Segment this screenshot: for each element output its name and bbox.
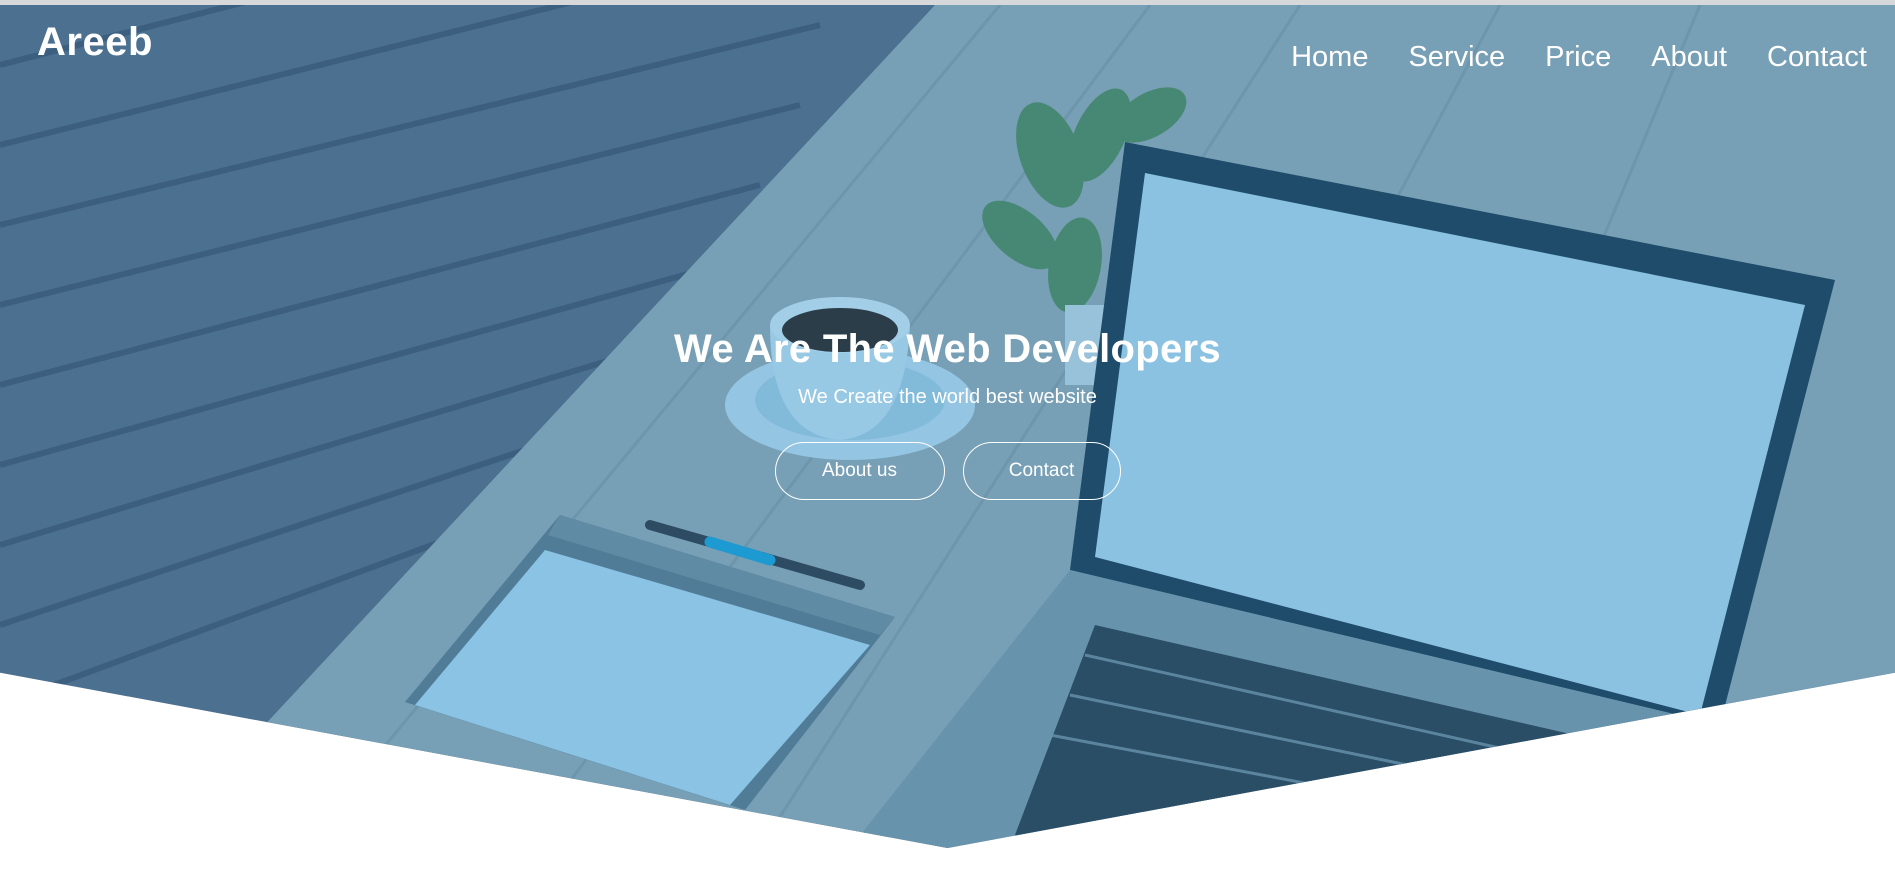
nav-item-contact: Contact: [1767, 41, 1867, 74]
nav-item-service: Service: [1408, 41, 1505, 74]
hero-headline: We Are The Web Developers: [674, 327, 1221, 371]
nav-link-price[interactable]: Price: [1545, 41, 1611, 73]
hero-content: We Are The Web Developers We Create the …: [0, 327, 1895, 500]
contact-button[interactable]: Contact: [962, 442, 1121, 500]
nav-link-contact[interactable]: Contact: [1767, 41, 1867, 73]
nav-menu: Home Service Price About Contact: [1291, 41, 1867, 74]
nav-item-about: About: [1651, 41, 1727, 74]
nav-link-about[interactable]: About: [1651, 41, 1727, 73]
about-us-button[interactable]: About us: [774, 442, 945, 500]
nav-link-service[interactable]: Service: [1408, 41, 1505, 73]
hero-section: Areeb Home Service Price About Contact W…: [0, 5, 1895, 848]
hero-subheadline: We Create the world best website: [798, 386, 1097, 408]
hero-button-group: About us Contact: [0, 442, 1895, 500]
nav-link-home[interactable]: Home: [1291, 41, 1368, 73]
nav-item-price: Price: [1545, 41, 1611, 74]
nav-item-home: Home: [1291, 41, 1368, 74]
top-border: [0, 0, 1895, 5]
navbar: Areeb Home Service Price About Contact: [0, 5, 1895, 105]
site-logo[interactable]: Areeb: [37, 20, 153, 65]
